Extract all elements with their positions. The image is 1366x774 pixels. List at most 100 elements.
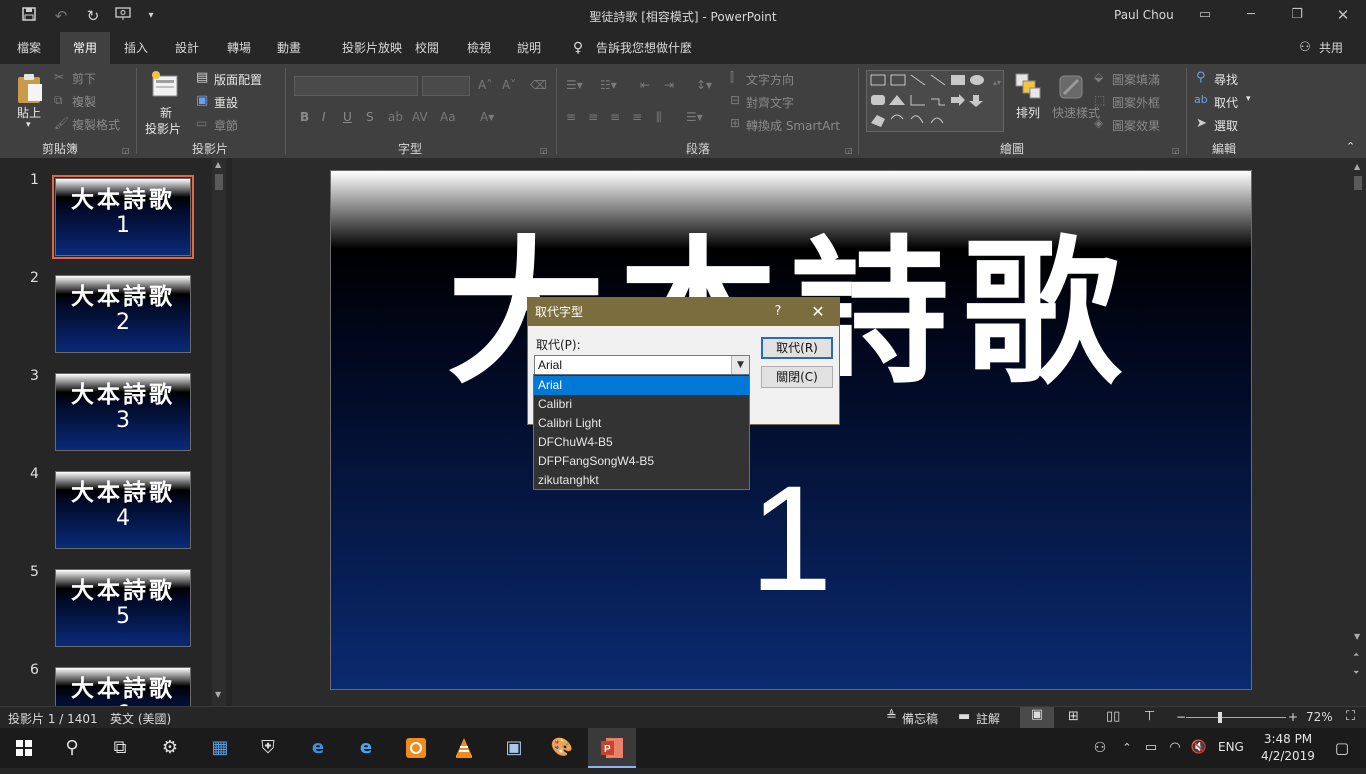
- scroll-down-icon[interactable]: ▼: [215, 690, 221, 699]
- font-option[interactable]: Arial: [534, 376, 749, 395]
- search-icon[interactable]: ⚲: [48, 728, 96, 768]
- replace-font-combobox[interactable]: Arial ▼: [534, 355, 750, 375]
- battery-icon[interactable]: ▭: [1140, 728, 1162, 768]
- font-color-icon[interactable]: A▾: [480, 110, 494, 124]
- section-button[interactable]: 章節: [214, 117, 238, 134]
- reset-button[interactable]: 重設: [214, 94, 238, 111]
- slide-thumbnail[interactable]: 大本詩歌 4: [55, 471, 191, 549]
- ribbon-display-options-icon[interactable]: ▭: [1190, 4, 1220, 26]
- quick-styles-icon[interactable]: [1058, 72, 1086, 100]
- columns-icon[interactable]: ⫼: [656, 110, 662, 125]
- task-view-icon[interactable]: ⧉: [96, 728, 144, 768]
- paragraph-launcher-icon[interactable]: ◲: [845, 146, 853, 155]
- tab-view[interactable]: 檢視: [458, 32, 500, 64]
- tab-design[interactable]: 設計: [166, 32, 208, 64]
- slide-thumbnail[interactable]: 大本詩歌 3: [55, 373, 191, 451]
- zoom-in-icon[interactable]: +: [1288, 710, 1298, 724]
- windows-start-icon[interactable]: [0, 728, 48, 768]
- notes-button[interactable]: 備忘稿: [902, 710, 938, 727]
- zoom-slider-thumb[interactable]: [1218, 712, 1222, 723]
- align-left-icon[interactable]: ≡: [566, 110, 576, 124]
- vlc-icon[interactable]: [440, 728, 488, 768]
- decrease-indent-icon[interactable]: ⇤: [640, 78, 650, 92]
- scroll-up-icon[interactable]: ▲: [1354, 162, 1360, 171]
- shape-outline-button[interactable]: 圖案外框: [1112, 94, 1160, 111]
- select-button[interactable]: 選取: [1214, 117, 1238, 134]
- slide-thumbnail[interactable]: 大本詩歌 1: [52, 175, 194, 259]
- settings-gear-icon[interactable]: ⚙: [146, 728, 194, 768]
- zoom-out-icon[interactable]: −: [1176, 710, 1186, 724]
- slide-thumbnail[interactable]: 大本詩歌 2: [55, 275, 191, 353]
- previous-slide-icon[interactable]: ⏶: [1353, 650, 1359, 660]
- collapse-ribbon-icon[interactable]: ⌃: [1346, 140, 1355, 153]
- tab-insert[interactable]: 插入: [116, 32, 156, 64]
- font-option[interactable]: Calibri Light: [534, 414, 749, 433]
- control-panel-icon[interactable]: ▦: [196, 728, 244, 768]
- font-option[interactable]: Calibri: [534, 395, 749, 414]
- shapes-gallery[interactable]: [866, 70, 1004, 132]
- quick-styles-button[interactable]: 快速樣式: [1052, 104, 1100, 121]
- shapes-scroll-icon[interactable]: ▴▾: [993, 78, 1001, 87]
- slideshow-view-icon[interactable]: ⊤: [1144, 709, 1155, 724]
- minimize-icon[interactable]: ─: [1236, 4, 1266, 26]
- font-size-box[interactable]: [422, 76, 470, 96]
- next-slide-icon[interactable]: ⏷: [1353, 668, 1359, 678]
- windows-security-icon[interactable]: ⛨: [244, 728, 292, 768]
- close-button[interactable]: 關閉(C): [761, 366, 833, 388]
- arrange-button[interactable]: 排列: [1016, 104, 1040, 121]
- font-name-box[interactable]: [294, 76, 418, 96]
- replace-button[interactable]: 取代: [1214, 94, 1238, 111]
- shape-fill-button[interactable]: 圖案填滿: [1112, 71, 1160, 88]
- slide-scrollbar[interactable]: ▲ ▼ ⏶ ⏷: [1350, 158, 1366, 706]
- grow-font-icon[interactable]: A˄: [478, 78, 492, 92]
- drawing-launcher-icon[interactable]: ◲: [1172, 146, 1180, 155]
- justify-icon[interactable]: ≡: [632, 110, 642, 124]
- align-text-button[interactable]: 對齊文字: [746, 94, 794, 111]
- maximize-icon[interactable]: ❐: [1282, 4, 1312, 26]
- smartart-button[interactable]: 轉換成 SmartArt: [746, 117, 840, 134]
- remote-desktop-icon[interactable]: ▣: [490, 728, 538, 768]
- show-hidden-icons-icon[interactable]: ⌃: [1116, 728, 1138, 768]
- clock-date[interactable]: 4/2/2019: [1258, 749, 1318, 763]
- input-language-indicator[interactable]: ENG: [1218, 740, 1244, 754]
- clock-time[interactable]: 3:48 PM: [1258, 732, 1318, 746]
- change-case-icon[interactable]: Aa: [440, 110, 456, 124]
- powerpoint-icon[interactable]: P: [588, 728, 636, 768]
- bold-button[interactable]: B: [300, 110, 309, 124]
- slide-number-text[interactable]: 1: [331, 453, 1251, 623]
- shrink-font-icon[interactable]: A˅: [502, 78, 516, 92]
- close-window-icon[interactable]: ✕: [1328, 4, 1358, 26]
- action-center-icon[interactable]: ▢: [1318, 728, 1366, 768]
- increase-indent-icon[interactable]: ⇥: [664, 78, 674, 92]
- new-slide-icon[interactable]: [150, 70, 180, 100]
- format-painter-button[interactable]: 複製格式: [72, 116, 120, 133]
- paste-button[interactable]: 貼上: [17, 104, 41, 121]
- font-option[interactable]: DFPFangSongW4-B5: [534, 452, 749, 471]
- numbering-icon[interactable]: ☷▾: [600, 78, 617, 92]
- clear-formatting-icon[interactable]: ⌫: [530, 78, 547, 92]
- fit-to-window-icon[interactable]: ⛶: [1346, 709, 1355, 724]
- character-spacing-icon[interactable]: AV: [412, 110, 428, 124]
- line-spacing-icon[interactable]: ↕▾: [696, 78, 712, 92]
- scrollbar-thumb[interactable]: [215, 174, 223, 190]
- tab-transitions[interactable]: 轉場: [218, 32, 260, 64]
- normal-view-icon[interactable]: ▣: [1020, 707, 1054, 728]
- slide-sorter-icon[interactable]: ⊞: [1068, 709, 1079, 724]
- layout-button[interactable]: 版面配置: [214, 71, 262, 88]
- tell-me-search[interactable]: 告訴我您想做什麼: [594, 32, 694, 64]
- close-icon[interactable]: ✕: [808, 298, 828, 326]
- clipboard-launcher-icon[interactable]: ◲: [122, 146, 130, 155]
- align-right-icon[interactable]: ≡: [610, 110, 620, 124]
- replace-button[interactable]: 取代(R): [761, 337, 833, 359]
- user-name[interactable]: Paul Chou: [1114, 8, 1174, 22]
- tab-review[interactable]: 校閱: [406, 32, 448, 64]
- paste-icon[interactable]: [16, 72, 44, 104]
- font-option[interactable]: zikutanghkt: [534, 471, 749, 490]
- volume-muted-icon[interactable]: 🔇: [1188, 728, 1210, 768]
- underline-button[interactable]: U: [343, 110, 352, 124]
- tab-animations[interactable]: 動畫: [268, 32, 310, 64]
- thumbnail-scrollbar[interactable]: ▲ ▼: [212, 158, 226, 706]
- find-button[interactable]: 尋找: [1214, 71, 1238, 88]
- bullets-icon[interactable]: ☰▾: [566, 78, 583, 92]
- paragraph-spacing-icon[interactable]: ☰▾: [686, 110, 703, 124]
